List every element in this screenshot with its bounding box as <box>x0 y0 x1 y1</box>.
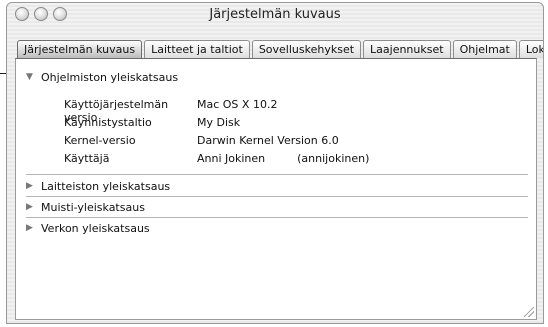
info-label: Käynnistystaltio <box>64 116 152 129</box>
info-row: Käyttöjärjestelmän versio Mac OS X 10.2 <box>64 98 278 124</box>
window-title: Järjestelmän kuvaus <box>209 7 341 22</box>
tab-system-overview[interactable]: Järjestelmän kuvaus <box>17 40 143 58</box>
section-divider <box>26 217 528 218</box>
info-label: Käyttöjärjestelmän versio <box>64 98 169 124</box>
info-value: Mac OS X 10.2 <box>197 98 278 111</box>
disclosure-triangle-down-icon[interactable]: ▼ <box>26 71 35 83</box>
disclosure-triangle-right-icon[interactable]: ▶ <box>26 201 35 213</box>
disclosure-triangle-right-icon[interactable]: ▶ <box>26 222 35 234</box>
overview-panel: ▼ Ohjelmiston yleiskatsaus Käyttöjärjest… <box>15 58 537 320</box>
info-label: Kernel-versio <box>64 134 136 147</box>
system-profiler-window: Järjestelmän kuvaus Järjestelmän kuvaus … <box>6 2 544 324</box>
section-memory-overview[interactable]: ▶ Muisti-yleiskatsaus <box>26 200 145 214</box>
section-label: Ohjelmiston yleiskatsaus <box>41 70 179 84</box>
info-row: Kernel-versio Darwin Kernel Version 6.0 <box>64 134 339 148</box>
section-hardware-overview[interactable]: ▶ Laitteiston yleiskatsaus <box>26 179 170 193</box>
section-label: Verkon yleiskatsaus <box>41 221 150 235</box>
info-value: Anni Jokinen <box>197 152 266 165</box>
section-divider <box>26 196 528 197</box>
tab-extensions[interactable]: Laajennukset <box>363 40 451 58</box>
tab-applications[interactable]: Ohjelmat <box>452 40 517 58</box>
tab-devices-volumes[interactable]: Laitteet ja taltiot <box>144 40 250 58</box>
info-value: Darwin Kernel Version 6.0 <box>197 134 339 147</box>
title-bar[interactable]: Järjestelmän kuvaus <box>7 3 543 25</box>
info-label: Käyttäjä <box>64 152 110 165</box>
resize-grip-icon[interactable] <box>524 307 534 317</box>
info-row: Käynnistystaltio My Disk <box>64 116 240 130</box>
info-username: (annijokinen) <box>297 152 370 165</box>
tab-logs[interactable]: Lokit <box>518 40 543 58</box>
section-label: Laitteiston yleiskatsaus <box>41 179 171 193</box>
section-software-overview[interactable]: ▼ Ohjelmiston yleiskatsaus <box>26 70 178 84</box>
info-row: Käyttäjä Anni Jokinen (annijokinen) <box>64 152 369 166</box>
tab-frameworks[interactable]: Sovelluskehykset <box>251 40 362 58</box>
tab-bar: Järjestelmän kuvaus Laitteet ja taltiot … <box>17 40 543 58</box>
section-divider <box>26 174 528 175</box>
section-network-overview[interactable]: ▶ Verkon yleiskatsaus <box>26 221 150 235</box>
disclosure-triangle-right-icon[interactable]: ▶ <box>26 180 35 192</box>
info-value: My Disk <box>197 116 241 129</box>
section-label: Muisti-yleiskatsaus <box>41 200 145 214</box>
